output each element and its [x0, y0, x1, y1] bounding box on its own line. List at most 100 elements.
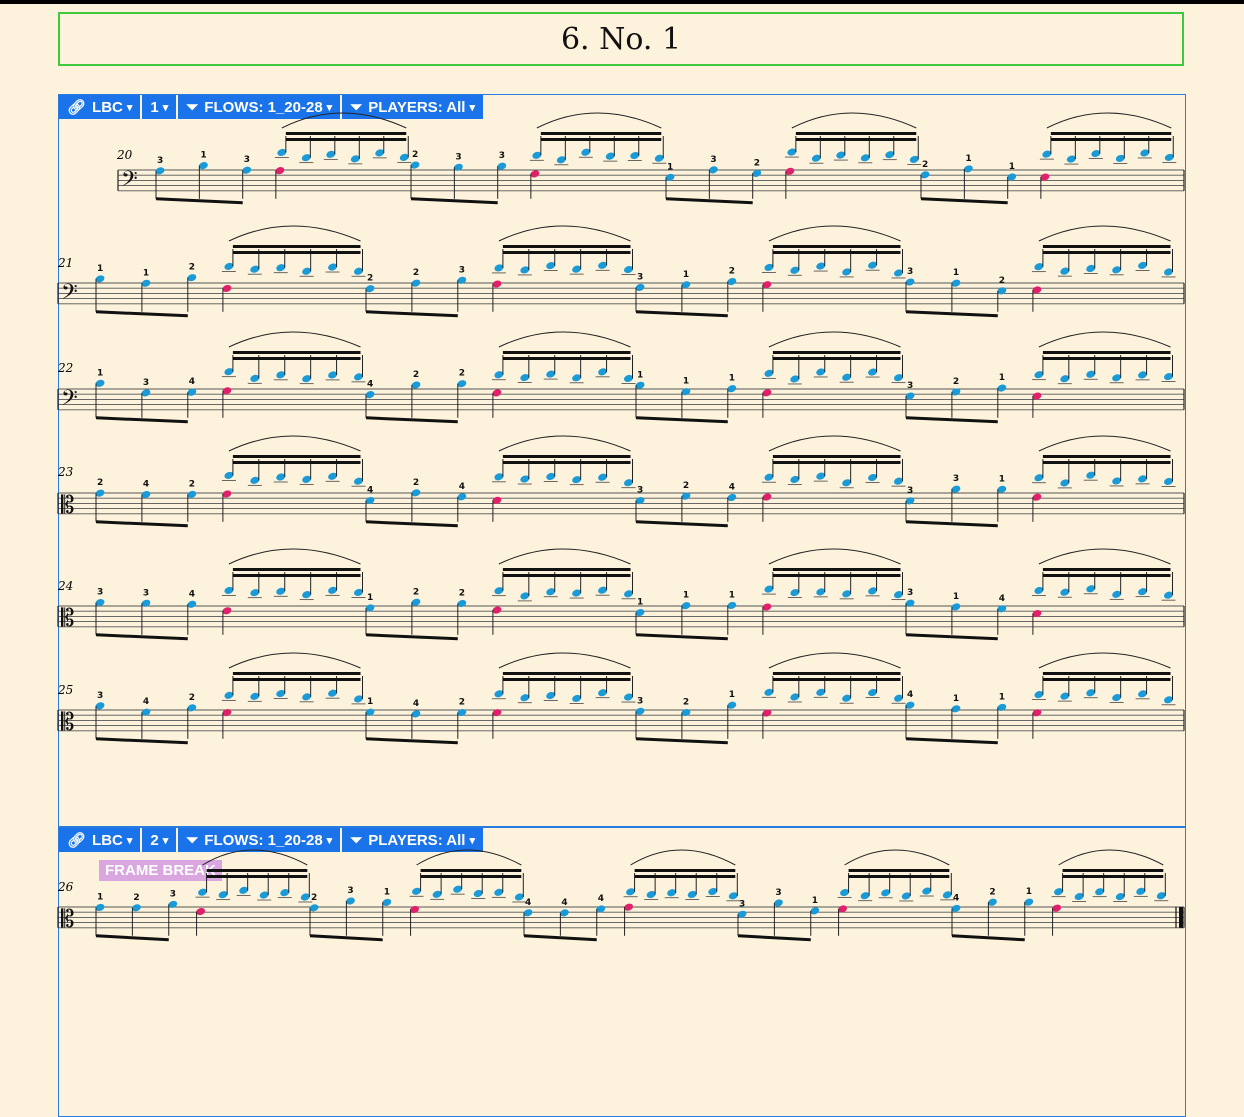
- slur: [1038, 548, 1171, 565]
- measure-number: 22: [57, 361, 73, 375]
- beam: [95, 520, 188, 528]
- slur: [228, 548, 361, 565]
- fingering-number: 3: [170, 889, 176, 899]
- fingering-number: 3: [143, 588, 149, 598]
- beam: [502, 245, 631, 248]
- fingering-number: 1: [999, 692, 1005, 702]
- beam: [772, 245, 901, 248]
- beam: [635, 633, 728, 641]
- beam: [285, 138, 407, 141]
- beam: [772, 568, 901, 571]
- fingering-number: 3: [907, 381, 913, 391]
- bass-clef-icon: 𝄢: [61, 386, 78, 416]
- slur: [768, 435, 901, 452]
- slur: [202, 849, 308, 866]
- beam: [1042, 678, 1171, 681]
- fingering-number: 2: [97, 478, 103, 488]
- slur: [1038, 225, 1171, 242]
- fingering-number: 2: [189, 693, 195, 703]
- beam: [772, 357, 901, 360]
- beam: [737, 934, 811, 942]
- alto-clef-icon: 𝄡: [61, 491, 74, 519]
- beam: [502, 461, 631, 464]
- beam: [95, 633, 188, 641]
- fingering-number: 3: [775, 888, 781, 898]
- beam: [95, 934, 169, 942]
- alto-clef-icon: 𝄡: [61, 905, 74, 933]
- beam: [848, 875, 950, 878]
- fingering-number: 2: [311, 893, 317, 903]
- beam: [1042, 245, 1171, 248]
- fingering-number: 3: [499, 151, 505, 161]
- beam: [1042, 672, 1171, 675]
- slur: [630, 849, 736, 866]
- beam: [502, 351, 631, 354]
- fingering-number: 4: [413, 699, 419, 709]
- fingering-number: 2: [922, 160, 928, 170]
- fingering-number: 3: [459, 265, 465, 275]
- slur: [498, 435, 631, 452]
- beam: [502, 672, 631, 675]
- measure-number: 20: [116, 148, 133, 162]
- beam: [365, 310, 458, 318]
- fingering-number: 3: [143, 378, 149, 388]
- beam: [232, 568, 361, 571]
- fingering-number: 4: [189, 377, 195, 387]
- fingering-number: 3: [637, 486, 643, 496]
- beam: [365, 737, 458, 745]
- slur: [498, 652, 631, 669]
- beam: [502, 251, 631, 254]
- beam: [232, 245, 361, 248]
- fingering-number: 1: [683, 270, 689, 280]
- slur: [498, 331, 631, 348]
- beam: [905, 520, 998, 528]
- alto-clef-icon: 𝄡: [61, 604, 74, 632]
- beam: [502, 568, 631, 571]
- fingering-number: 3: [907, 267, 913, 277]
- fingering-number: 2: [367, 274, 373, 284]
- beam: [772, 351, 901, 354]
- fingering-number: 3: [907, 588, 913, 598]
- fingering-number: 2: [413, 587, 419, 597]
- fingering-number: 4: [189, 589, 195, 599]
- beam: [1042, 574, 1171, 577]
- slur: [498, 225, 631, 242]
- fingering-number: 4: [525, 898, 531, 908]
- fingering-number: 1: [683, 591, 689, 601]
- fingering-number: 3: [347, 886, 353, 896]
- beam: [155, 197, 243, 205]
- fingering-number: 4: [143, 480, 149, 490]
- measure-number: 24: [57, 579, 73, 593]
- fingering-number: 3: [455, 152, 461, 162]
- beam: [232, 251, 361, 254]
- beam: [1062, 875, 1164, 878]
- slur: [768, 652, 901, 669]
- fingering-number: 4: [907, 690, 913, 700]
- measure-number: 26: [57, 880, 74, 894]
- fingering-number: 1: [637, 598, 643, 608]
- beam: [635, 310, 728, 318]
- fingering-number: 1: [384, 887, 390, 897]
- fingering-number: 3: [244, 155, 250, 165]
- fingering-number: 1: [143, 268, 149, 278]
- beam: [920, 197, 1008, 205]
- fingering-number: 2: [413, 370, 419, 380]
- beam: [905, 310, 998, 318]
- beam: [1042, 461, 1171, 464]
- fingering-number: 2: [459, 698, 465, 708]
- beam: [365, 416, 458, 424]
- beam: [232, 678, 361, 681]
- fingering-number: 3: [710, 155, 716, 165]
- slur: [768, 331, 901, 348]
- fingering-number: 2: [459, 369, 465, 379]
- beam: [540, 138, 662, 141]
- fingering-number: 3: [637, 272, 643, 282]
- fingering-number: 1: [97, 892, 103, 902]
- measure-number: 25: [57, 683, 73, 697]
- beam: [1042, 251, 1171, 254]
- fingering-number: 1: [667, 162, 673, 172]
- slur: [768, 225, 901, 242]
- beam: [232, 357, 361, 360]
- fingering-number: 2: [412, 150, 418, 160]
- beam: [420, 869, 522, 872]
